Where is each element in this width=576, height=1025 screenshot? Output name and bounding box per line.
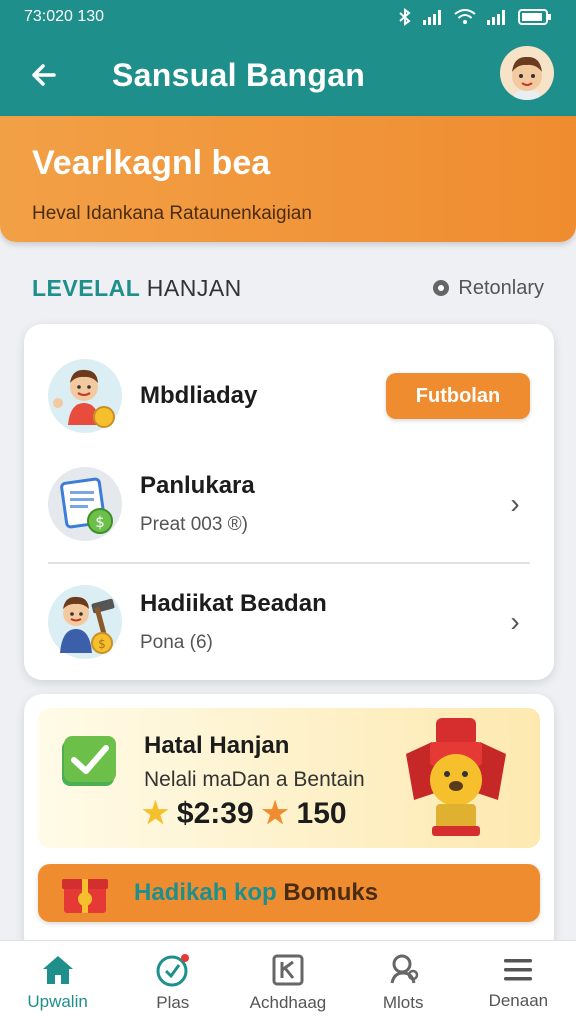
- list-item-meta: Preat 003 ®): [140, 514, 248, 535]
- section-title-rest: HANJAN: [146, 274, 242, 301]
- back-button[interactable]: [22, 53, 66, 97]
- star-icon: ★: [142, 797, 169, 830]
- nav-item-badges[interactable]: Mlots: [348, 953, 458, 1013]
- home-icon: [42, 956, 73, 984]
- svg-text:$: $: [95, 513, 105, 531]
- avatar: [48, 359, 122, 433]
- nav-label: Achdhaag: [249, 993, 327, 1012]
- member-list-card: Mbdliaday Futbolan $ Panlukara Preat 003…: [24, 324, 554, 680]
- menu-icon: [504, 959, 533, 981]
- document-money-icon: $: [60, 477, 113, 534]
- reward-card: Hatal Hanjan Nelali maDan a Bentain ★ $2…: [24, 694, 554, 954]
- bonus-label: Hadikah kop Bomuks: [134, 879, 378, 907]
- status-bar: 73:020 130: [0, 0, 576, 34]
- avatar: $: [48, 585, 122, 659]
- badge-icon: [390, 954, 419, 984]
- list-item-name: Mbdliaday: [140, 382, 258, 409]
- reward-subtitle: Nelali maDan a Bentain: [144, 768, 365, 791]
- bonus-label-part1: Hadikah kop: [134, 879, 277, 906]
- list-item-meta: Pona (6): [140, 632, 213, 653]
- bluetooth-icon: [399, 8, 411, 26]
- bonus-label-part2: Bomuks: [283, 879, 379, 906]
- nav-label: Denaan: [488, 991, 549, 1010]
- list-item[interactable]: Mbdliaday Futbolan: [24, 338, 554, 454]
- list-item-name: Panlukara: [140, 472, 255, 499]
- play-icon: [156, 954, 189, 987]
- nav-item-menu[interactable]: Denaan: [463, 955, 573, 1011]
- wifi-icon: [454, 9, 476, 24]
- app-bar: Sansual Bangan: [0, 34, 576, 116]
- banner-title: Vearlkagnl bea: [32, 144, 271, 182]
- banner-subtitle: Heval Idankana Rataunenkaigian: [32, 203, 312, 224]
- status-icons: [398, 8, 552, 26]
- dog-toy-mascot-icon: [406, 718, 506, 836]
- bonus-button[interactable]: Hadikah kop Bomuks: [38, 864, 540, 922]
- nav-item-play[interactable]: Plas: [118, 953, 228, 1013]
- gift-box-icon: [62, 879, 108, 913]
- nav-label: Mlots: [382, 993, 424, 1012]
- avatar: $: [48, 467, 122, 541]
- card-icon: [272, 954, 304, 986]
- page-title: Sansual Bangan: [112, 56, 366, 93]
- chevron-right-icon[interactable]: ›: [500, 606, 530, 638]
- section-header: LEVELAL HANJAN Retonlary: [32, 272, 544, 304]
- section-link-label: Retonlary: [458, 276, 544, 299]
- battery-icon: [518, 9, 551, 25]
- list-item-name: Hadiikat Beadan: [140, 590, 327, 617]
- boy-hammer-icon: $: [60, 596, 115, 654]
- star-icon: ★: [261, 797, 289, 830]
- checkmark-icon: [62, 736, 116, 786]
- svg-text:$: $: [98, 637, 106, 651]
- chevron-right-icon[interactable]: ›: [500, 488, 530, 520]
- nav-item-home[interactable]: Upwalin: [3, 954, 113, 1012]
- reward-points: 150: [296, 796, 347, 830]
- list-item[interactable]: $ Hadiikat Beadan Pona (6) ›: [24, 564, 554, 680]
- location-pin-icon: [433, 280, 450, 296]
- signal-icon: [423, 10, 441, 25]
- reward-title: Hatal Hanjan: [144, 732, 290, 759]
- list-item[interactable]: $ Panlukara Preat 003 ®) ›: [24, 446, 554, 562]
- nav-label: Plas: [156, 993, 190, 1012]
- section-title: LEVELAL HANJAN: [32, 275, 242, 302]
- profile-avatar[interactable]: [500, 46, 554, 100]
- reward-panel[interactable]: Hatal Hanjan Nelali maDan a Bentain ★ $2…: [38, 708, 540, 848]
- nav-label: Upwalin: [27, 992, 88, 1011]
- signal-2-icon: [487, 10, 505, 25]
- section-link[interactable]: Retonlary: [432, 277, 544, 300]
- promo-banner: Vearlkagnl bea Heval Idankana Rataunenka…: [0, 116, 576, 242]
- reward-values: ★ $2:39 ★ 150: [142, 796, 347, 831]
- follow-button[interactable]: Futbolan: [386, 373, 530, 419]
- status-time: 73:020 130: [24, 8, 105, 25]
- section-title-accent: LEVELAL: [32, 274, 140, 301]
- back-arrow-icon: [32, 64, 56, 86]
- person-face-icon: [512, 56, 542, 100]
- bottom-nav: Upwalin Plas Achdhaag Mlots Denaan: [0, 940, 576, 1025]
- reward-money: $2:39: [176, 796, 254, 830]
- boy-waving-icon: [53, 369, 115, 428]
- nav-item-cards[interactable]: Achdhaag: [233, 953, 343, 1013]
